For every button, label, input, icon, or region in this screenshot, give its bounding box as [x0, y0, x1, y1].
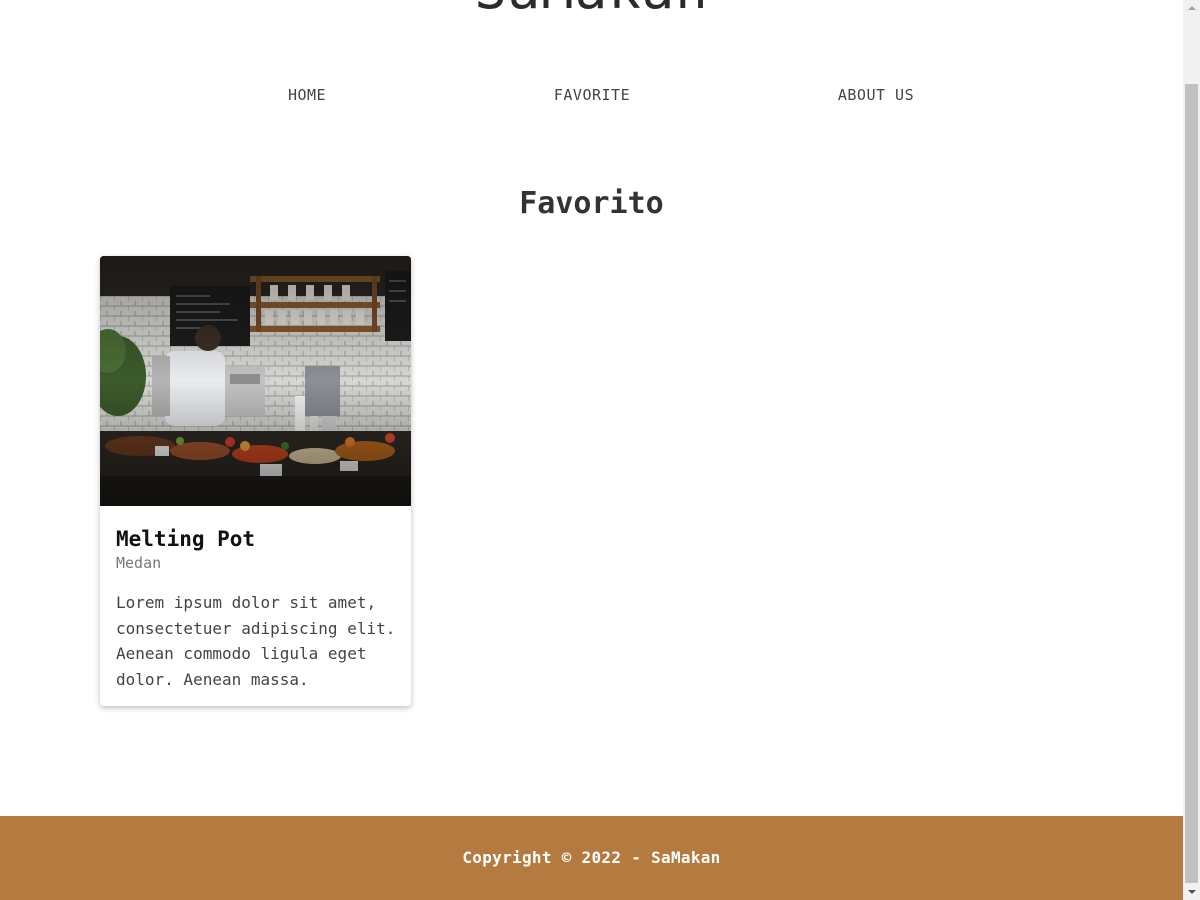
- nav-item-about-us[interactable]: ABOUT US: [776, 84, 976, 106]
- site-title: SaMakan: [0, 0, 1183, 20]
- copyright-text: Copyright © 2022 - SaMakan: [462, 848, 721, 867]
- browser-viewport: SaMakan HOME FAVORITE ABOUT US Favorito: [0, 0, 1200, 900]
- scroll-down-arrow-icon[interactable]: [1183, 883, 1200, 900]
- card-body: Melting Pot Medan Lorem ipsum dolor sit …: [116, 524, 396, 692]
- restaurant-card[interactable]: Melting Pot Medan Lorem ipsum dolor sit …: [100, 256, 411, 706]
- scroll-up-arrow-icon[interactable]: [1183, 0, 1200, 17]
- page: SaMakan HOME FAVORITE ABOUT US Favorito: [0, 0, 1183, 900]
- nav-item-favorite[interactable]: FAVORITE: [492, 84, 692, 106]
- restaurant-name[interactable]: Melting Pot: [116, 524, 396, 554]
- site-footer: Copyright © 2022 - SaMakan: [0, 816, 1183, 900]
- restaurant-city: Medan: [116, 554, 162, 572]
- nav-item-home[interactable]: HOME: [207, 84, 407, 106]
- scrollbar-thumb[interactable]: [1185, 84, 1198, 883]
- vertical-scrollbar[interactable]: [1183, 0, 1200, 900]
- restaurant-description: Lorem ipsum dolor sit amet, consectetuer…: [116, 593, 396, 689]
- restaurant-image: [100, 256, 411, 506]
- section-title: Favorito: [519, 186, 664, 221]
- main-nav: HOME FAVORITE ABOUT US: [0, 84, 1183, 108]
